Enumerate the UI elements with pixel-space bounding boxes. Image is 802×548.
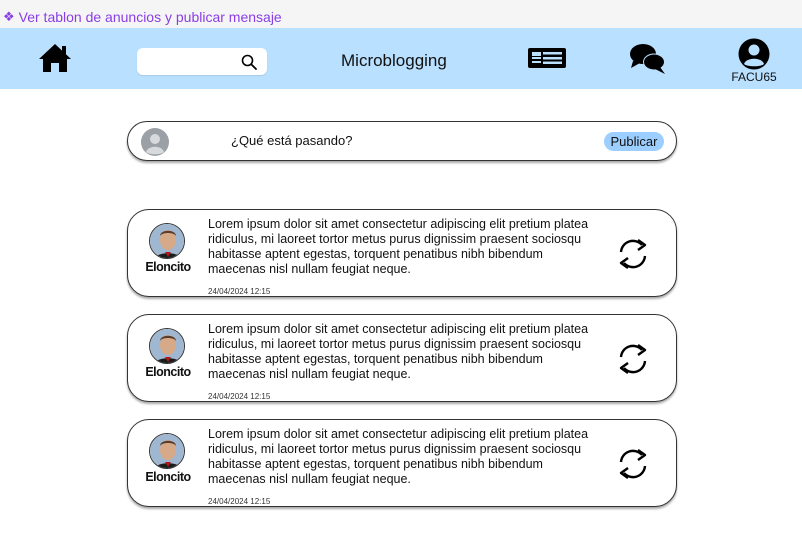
post-timestamp: 24/04/2024 12:15 <box>208 392 271 401</box>
compose-input[interactable]: ¿Qué está pasando? <box>231 133 352 149</box>
author-avatar <box>149 433 185 469</box>
chat-bubbles-icon[interactable] <box>629 43 667 75</box>
announcements-link[interactable]: ❖ Ver tablon de anuncios y publicar mens… <box>3 9 282 25</box>
compose-box: ¿Qué está pasando? Publicar <box>127 121 677 161</box>
search-input[interactable] <box>143 52 237 71</box>
top-bar: ❖ Ver tablon de anuncios y publicar mens… <box>0 0 802 28</box>
newspaper-icon[interactable] <box>527 47 567 69</box>
repost-icon[interactable] <box>615 446 651 482</box>
home-icon[interactable] <box>38 42 72 74</box>
announcements-link-label: Ver tablon de anuncios y publicar mensaj… <box>18 9 282 25</box>
search-icon[interactable] <box>241 54 257 70</box>
post-author: Eloncito <box>145 260 191 274</box>
publish-button[interactable]: Publicar <box>604 132 664 151</box>
post-author: Eloncito <box>145 365 191 379</box>
post-timestamp: 24/04/2024 12:15 <box>208 287 271 296</box>
repost-icon[interactable] <box>615 341 651 377</box>
post-card: Eloncito Lorem ipsum dolor sit amet cons… <box>127 314 677 402</box>
post-author: Eloncito <box>145 470 191 484</box>
author-avatar <box>149 223 185 259</box>
app-title: Microblogging <box>341 51 447 70</box>
post-timestamp: 24/04/2024 12:15 <box>208 497 271 506</box>
post-text: Lorem ipsum dolor sit amet consectetur a… <box>208 427 589 486</box>
navbar: Microblogging FACU65 <box>0 28 802 89</box>
post-card: Eloncito Lorem ipsum dolor sit amet cons… <box>127 419 677 507</box>
post-text: Lorem ipsum dolor sit amet consectetur a… <box>208 322 589 381</box>
author-avatar <box>149 328 185 364</box>
search-box <box>137 48 267 75</box>
user-circle-icon <box>738 38 770 70</box>
avatar-placeholder-icon <box>141 128 169 156</box>
post-card: Eloncito Lorem ipsum dolor sit amet cons… <box>127 209 677 297</box>
repost-icon[interactable] <box>615 236 651 272</box>
profile-button[interactable]: FACU65 <box>728 36 780 86</box>
post-text: Lorem ipsum dolor sit amet consectetur a… <box>208 217 589 276</box>
diamond-icon: ❖ <box>3 9 15 24</box>
profile-username: FACU65 <box>731 70 777 84</box>
